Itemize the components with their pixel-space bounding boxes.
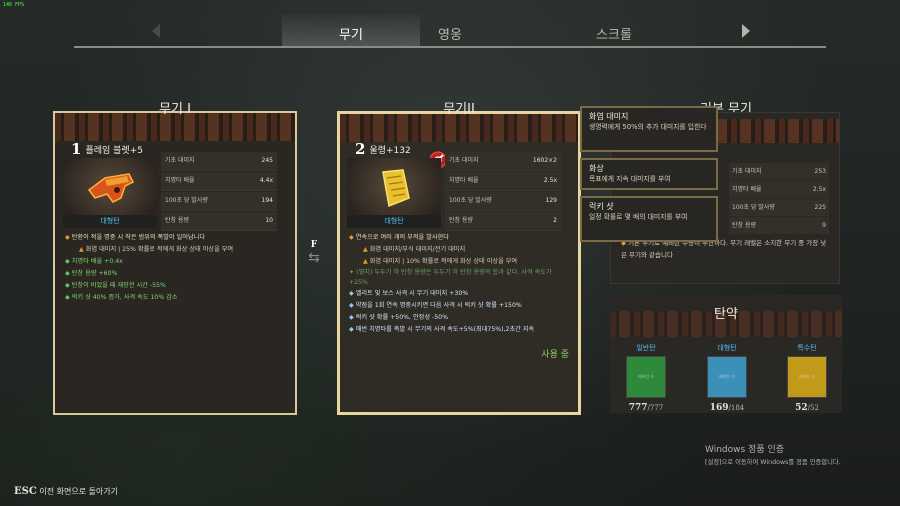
- ammo-large-box: 예비탄 수: [707, 356, 747, 398]
- stat-row: 100초 당 발사량 129: [445, 192, 561, 211]
- flame-icon: ▲: [79, 246, 84, 253]
- stat-row: 치명타 배율 4.4x: [161, 172, 277, 191]
- stat-row: 기초 대미지 253: [729, 163, 829, 180]
- weapon-1-ammo-badge: 대형탄: [63, 215, 157, 228]
- ammo-normal-count: 777/777: [628, 403, 664, 413]
- weapon-2-ammo-badge: 대형탄: [347, 215, 441, 228]
- tooltip-item: 럭키 샷 일정 확률로 몇 배의 대미지를 부여: [580, 196, 718, 242]
- decorative-pattern: [55, 113, 295, 141]
- tab-scroll[interactable]: 스크롤: [574, 24, 654, 43]
- weapon-2-stats: 기초 대미지 1602×2 치명타 배율 2.5x 100초 당 발사량 129 탄창…: [445, 152, 561, 232]
- weapon-1-description: ◆ 탄환이 적을 명중 시 작은 범위의 폭발이 일어납니다 ▲ 화염 대미지 …: [65, 234, 234, 301]
- stat-row: 치명타 배율 2.5x: [445, 172, 561, 191]
- diamond-bullet-icon: ◆: [65, 234, 70, 241]
- in-use-label: 사용 중: [541, 350, 569, 360]
- weapon-1-panel[interactable]: 무기 I 1 플레임 블렛+5 대형탄 기초 대미지 245 치명타 배율 4.4x…: [53, 102, 297, 415]
- top-tab-bar: 무기 영웅 스크롤: [74, 14, 826, 48]
- tooltip-item: 화상 목표에게 지속 대미지를 부여: [580, 158, 718, 190]
- stat-row: 탄창 용량 9: [729, 217, 829, 234]
- weapon-2-panel[interactable]: 무기II 2 울령+132 대형탄 기초 대미지 1602×2 치명타 배율 2.5…: [337, 102, 581, 415]
- ammo-large-count: 169/184: [709, 403, 745, 413]
- flame-icon: ▲: [363, 258, 368, 265]
- esc-key: ESC: [14, 486, 37, 497]
- weapon-2-description: ◆ 연속으로 여러 개의 부적을 발사한다 ▲ 화염 대미지/부식 대미지/전기…: [349, 234, 552, 333]
- swap-icon: ⇆: [308, 250, 320, 266]
- tab-weapon[interactable]: 무기: [272, 24, 430, 43]
- weapon-2-name: 울령+132: [369, 145, 411, 156]
- swap-weapons[interactable]: F ⇆: [303, 240, 325, 266]
- back-button[interactable]: ESC 이전 화면으로 돌아가기: [14, 486, 118, 497]
- ammo-special: 특수탄 예비탄 수 52/52: [785, 343, 829, 413]
- weapon-1-name: 플레임 블렛+5: [85, 145, 143, 156]
- ammo-special-count: 52/52: [795, 403, 819, 413]
- stat-row: 치명타 배율 2.5x: [729, 181, 829, 198]
- decorative-pattern: [340, 114, 578, 142]
- stat-row: 100초 당 발사량 194: [161, 192, 277, 211]
- weapon-2-name-row: 2 울령+132: [355, 140, 411, 158]
- ammo-title: 탄약: [714, 307, 738, 322]
- fps-counter: 146 FPS: [3, 2, 25, 8]
- ammo-large: 대형탄 예비탄 수 169/184: [705, 343, 749, 413]
- ammo-normal: 일반탄 예비탄 수 777/777: [624, 343, 668, 413]
- weapon-2-image-box: 대형탄: [347, 158, 441, 228]
- basic-weapon-stats: 기초 대미지 253 치명타 배율 2.5x 100초 당 발사량 225 탄창 용량…: [729, 163, 829, 235]
- stat-row: 탄창 용량 10: [161, 212, 277, 231]
- tab-hero[interactable]: 영웅: [420, 24, 480, 43]
- diamond-bullet-icon: ◆: [349, 234, 354, 241]
- stat-row: 탄창 용량 2: [445, 212, 561, 231]
- talisman-icon: [382, 169, 410, 208]
- chevron-right-icon[interactable]: [742, 24, 750, 38]
- stat-row: 기초 대미지 245: [161, 152, 277, 171]
- chevron-left-icon[interactable]: [152, 24, 160, 38]
- stat-row: 100초 당 발사량 225: [729, 199, 829, 216]
- flame-blaster-icon: [87, 173, 135, 203]
- ammo-special-box: 예비탄 수: [787, 356, 827, 398]
- weapon-1-stats: 기초 대미지 245 치명타 배율 4.4x 100초 당 발사량 194 탄창 용량…: [161, 152, 277, 232]
- windows-activation-watermark: Windows 정품 인증 [설정]으로 이동하여 Windows를 정품 인증…: [705, 445, 841, 466]
- tab-divider: [74, 46, 826, 48]
- weapon-1-title: 무기 I: [159, 102, 191, 117]
- keyword-tooltip: 화염 대미지 생명력에게 50%의 추가 대미지를 입힌다 화상 목표에게 지속…: [580, 106, 718, 242]
- stat-row: 기초 대미지 1602×2: [445, 152, 561, 171]
- back-label: 이전 화면으로 돌아가기: [39, 487, 119, 496]
- slot-number: 2: [355, 140, 366, 158]
- slot-number: 1: [71, 140, 82, 158]
- tooltip-item: 화염 대미지 생명력에게 50%의 추가 대미지를 입힌다: [580, 106, 718, 152]
- element-icon: ▲: [363, 246, 368, 253]
- ammo-normal-box: 예비탄 수: [626, 356, 666, 398]
- weapon-2-title: 무기II: [443, 102, 475, 117]
- weapon-1-name-row: 1 플레임 블렛+5: [71, 140, 143, 158]
- ammo-panel: 탄약 일반탄 예비탄 수 777/777 대형탄 예비탄 수 169/184 특…: [610, 295, 842, 413]
- weapon-1-image-box: 대형탄: [63, 158, 157, 228]
- swap-key: F: [310, 240, 318, 250]
